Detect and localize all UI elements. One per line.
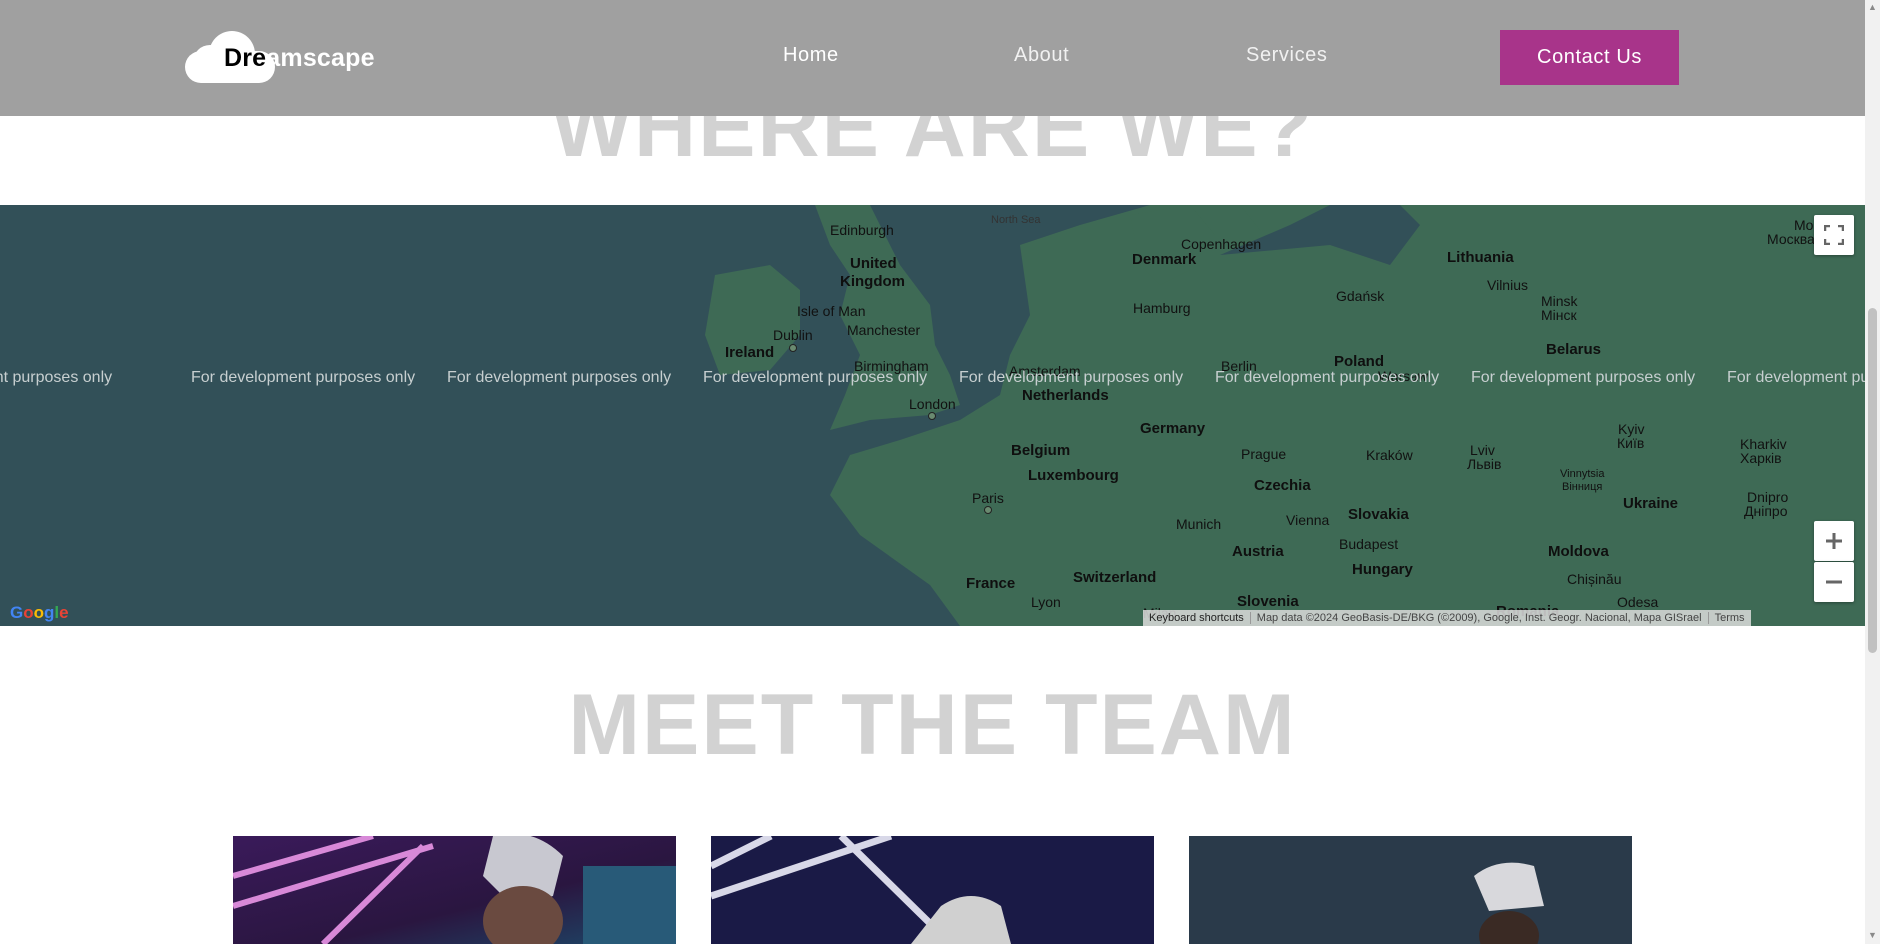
map-label: Budapest — [1339, 536, 1399, 552]
google-logo[interactable]: Google — [10, 603, 69, 623]
map-label: Czechia — [1254, 477, 1311, 494]
scroll-down-arrow-icon[interactable]: ▼ — [1868, 930, 1877, 940]
dev-watermark: For development purposes only — [703, 369, 928, 386]
team-photo — [1189, 836, 1632, 944]
dev-watermark: For development purposes only — [1215, 369, 1440, 386]
map-label: Вінниця — [1562, 481, 1603, 493]
logo-text-dark: Dre — [224, 44, 267, 72]
map-label: Дніпро — [1744, 503, 1788, 519]
site-header: Dreamscape Home About Services Contact U… — [0, 0, 1865, 116]
map-label: Ireland — [725, 344, 775, 361]
map-label: Vinnytsia — [1560, 468, 1605, 480]
dev-watermark: For development purposes only — [0, 369, 113, 386]
plus-icon — [1826, 533, 1842, 549]
scrollbar-thumb[interactable] — [1868, 308, 1877, 653]
map-label: Germany — [1140, 420, 1206, 437]
map-label: Netherlands — [1022, 387, 1109, 404]
scroll-up-arrow-icon[interactable]: ▲ — [1868, 2, 1877, 12]
map-label: Copenhagen — [1181, 236, 1262, 252]
map-label: Dublin — [773, 327, 813, 343]
dev-watermark: For development purposes only — [959, 369, 1184, 386]
map-label: Slovakia — [1348, 506, 1409, 523]
map-label: Manchester — [847, 322, 921, 338]
team-photo — [233, 836, 676, 944]
zoom-in-button[interactable] — [1814, 521, 1854, 561]
minus-icon — [1826, 580, 1842, 584]
map-label: United — [850, 255, 897, 272]
map-label: Switzerland — [1073, 569, 1157, 586]
map-label: Moldova — [1548, 543, 1609, 560]
nav-home[interactable]: Home — [783, 44, 839, 67]
map-label: Харків — [1740, 450, 1782, 466]
terms-link[interactable]: Terms — [1707, 612, 1751, 624]
zoom-out-button[interactable] — [1814, 562, 1854, 602]
team-card[interactable] — [711, 836, 1154, 944]
map-label: Denmark — [1132, 251, 1197, 268]
city-dot — [984, 506, 992, 514]
logo-text-light: amscape — [266, 44, 375, 72]
map-label: Munich — [1176, 516, 1222, 532]
dev-watermark: For development purposes only — [447, 369, 672, 386]
map-label: Paris — [972, 490, 1004, 506]
map-label: Ukraine — [1623, 495, 1679, 512]
logo-text: Dreamscape — [224, 44, 375, 73]
keyboard-shortcuts-link[interactable]: Keyboard shortcuts — [1143, 612, 1250, 624]
page-scrollbar[interactable]: ▲ ▼ — [1865, 0, 1880, 944]
map-embed[interactable]: North Sea Edinburgh United Kingdom Isle … — [0, 205, 1865, 626]
map-label: Slovenia — [1237, 593, 1299, 610]
meet-the-team-title: MEET THE TEAM — [568, 677, 1297, 773]
team-photo — [711, 836, 1154, 944]
map-label: Odesa — [1617, 594, 1659, 610]
map-label: Austria — [1232, 543, 1284, 560]
map-label: Київ — [1617, 435, 1645, 451]
dev-watermark: For development purposes only — [1727, 369, 1865, 386]
map-label: Hungary — [1352, 561, 1413, 578]
city-dot — [789, 344, 797, 352]
map-label: Belarus — [1546, 341, 1602, 358]
nav-services[interactable]: Services — [1246, 44, 1328, 67]
map-label: North Sea — [991, 214, 1041, 226]
map-label: Мінск — [1541, 307, 1577, 323]
map-label: Isle of Man — [797, 303, 866, 319]
nav-about[interactable]: About — [1014, 44, 1069, 67]
dev-watermark: For development purposes only — [1471, 369, 1696, 386]
map-label: London — [909, 396, 956, 412]
map-data-text: Map data ©2024 GeoBasis-DE/BKG (©2009), … — [1249, 612, 1708, 624]
site-logo[interactable]: Dreamscape — [185, 31, 375, 87]
map-label: Prague — [1241, 446, 1287, 462]
map-label: Lithuania — [1447, 249, 1514, 266]
map-label: Edinburgh — [830, 222, 894, 238]
city-dot — [928, 412, 936, 420]
map-label: Kingdom — [840, 273, 905, 290]
dev-watermark: For development purposes only — [191, 369, 416, 386]
map-label: Hamburg — [1133, 300, 1191, 316]
map-label: Lyon — [1031, 594, 1061, 610]
map-label: Poland — [1334, 353, 1385, 370]
team-card[interactable] — [233, 836, 676, 944]
map-label: Vienna — [1286, 512, 1330, 528]
map-label: Luxembourg — [1028, 467, 1119, 484]
team-card[interactable] — [1189, 836, 1632, 944]
map-label: Gdańsk — [1336, 288, 1385, 304]
map-attribution: Keyboard shortcuts Map data ©2024 GeoBas… — [1143, 610, 1751, 626]
map-label: Львів — [1467, 456, 1502, 472]
fullscreen-icon[interactable] — [1814, 215, 1854, 255]
map-label: Kraków — [1366, 447, 1413, 463]
map-label: Москва — [1767, 231, 1815, 247]
contact-us-button[interactable]: Contact Us — [1500, 30, 1679, 85]
map-label: Belgium — [1011, 442, 1071, 459]
map-label: France — [966, 575, 1016, 592]
map-label: Vilnius — [1487, 277, 1528, 293]
map-label: Chișinău — [1567, 571, 1622, 587]
